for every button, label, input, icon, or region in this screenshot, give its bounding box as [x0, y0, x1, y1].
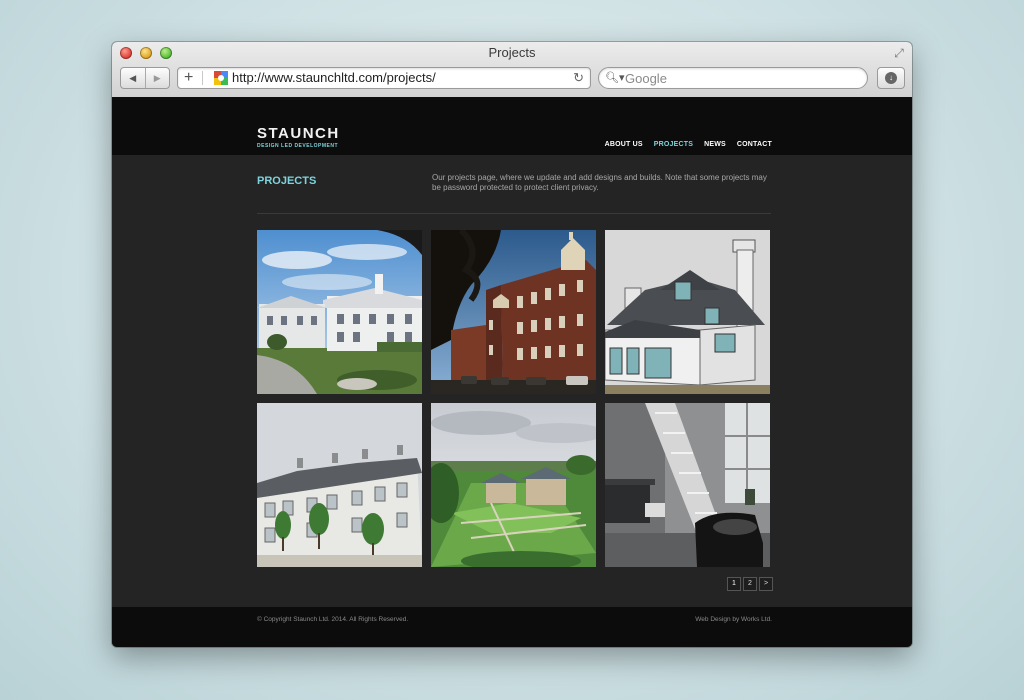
add-bookmark-icon[interactable]: + — [184, 68, 193, 88]
project-thumbnail-3[interactable] — [605, 230, 770, 394]
url-text[interactable]: http://www.staunchltd.com/projects/ — [232, 68, 436, 88]
divider — [257, 213, 771, 214]
forward-button[interactable]: ▶ — [144, 68, 170, 88]
nav-contact[interactable]: CONTACT — [737, 141, 772, 148]
back-button[interactable]: ◀ — [121, 68, 145, 88]
back-arrow-icon: ◀ — [129, 72, 137, 83]
browser-window: Projects ⤢ ◀ ▶ + http://www.staunchltd.c… — [112, 42, 912, 647]
search-icon[interactable]: 🔍︎▾ — [605, 68, 625, 88]
fullscreen-icon[interactable]: ⤢ — [892, 46, 906, 60]
page-intro: Our projects page, where we update and a… — [432, 173, 767, 192]
design-credit-link[interactable]: Web Design by Works Ltd. — [695, 616, 772, 623]
downloads-button[interactable]: ↓ — [877, 67, 905, 89]
project-thumbnail-1[interactable] — [257, 230, 422, 394]
download-icon: ↓ — [885, 72, 897, 84]
logo-wordmark: STAUNCH — [257, 125, 340, 142]
forward-arrow-icon: ▶ — [153, 72, 161, 83]
search-field[interactable]: 🔍︎▾ — [598, 67, 868, 89]
next-page-button[interactable]: > — [759, 577, 773, 591]
logo-tagline: DESIGN LED DEVELOPMENT — [257, 143, 339, 149]
pagination: 1 2 > — [727, 577, 773, 591]
project-thumbnail-5[interactable] — [431, 403, 596, 567]
browser-chrome: Projects ⤢ ◀ ▶ + http://www.staunchltd.c… — [112, 42, 912, 98]
site-logo[interactable]: STAUNCH DESIGN LED DEVELOPMENT — [257, 125, 340, 150]
project-thumbnail-4[interactable] — [257, 403, 422, 567]
favicon-icon — [213, 70, 229, 86]
project-image-3 — [605, 230, 770, 394]
project-image-2 — [431, 230, 596, 394]
site-header: STAUNCH DESIGN LED DEVELOPMENT ABOUT US … — [112, 97, 912, 155]
history-buttons: ◀ ▶ — [120, 67, 170, 89]
page-2-button[interactable]: 2 — [743, 577, 757, 591]
web-page: STAUNCH DESIGN LED DEVELOPMENT ABOUT US … — [112, 97, 912, 647]
project-image-6 — [605, 403, 770, 567]
window-title: Projects — [488, 45, 536, 60]
nav-news[interactable]: NEWS — [704, 141, 726, 148]
page-1-button[interactable]: 1 — [727, 577, 741, 591]
chevron-right-icon: > — [763, 580, 769, 587]
project-thumbnail-2[interactable] — [431, 230, 596, 394]
nav-about-us[interactable]: ABOUT US — [605, 141, 643, 148]
address-divider — [202, 71, 203, 85]
site-footer: © Copyright Staunch Ltd. 2014. All Right… — [112, 607, 912, 647]
address-bar[interactable]: + http://www.staunchltd.com/projects/ ↻ — [177, 67, 591, 89]
nav-projects[interactable]: PROJECTS — [654, 141, 693, 148]
project-image-5 — [431, 403, 596, 567]
page-title: PROJECTS — [257, 175, 317, 187]
project-thumbnail-6[interactable] — [605, 403, 770, 567]
project-image-4 — [257, 403, 422, 567]
copyright-text: © Copyright Staunch Ltd. 2014. All Right… — [257, 616, 409, 623]
search-input[interactable] — [625, 70, 855, 86]
reload-icon[interactable]: ↻ — [573, 68, 584, 88]
main-nav: ABOUT US PROJECTS NEWS CONTACT — [605, 141, 772, 148]
project-image-1 — [257, 230, 422, 394]
